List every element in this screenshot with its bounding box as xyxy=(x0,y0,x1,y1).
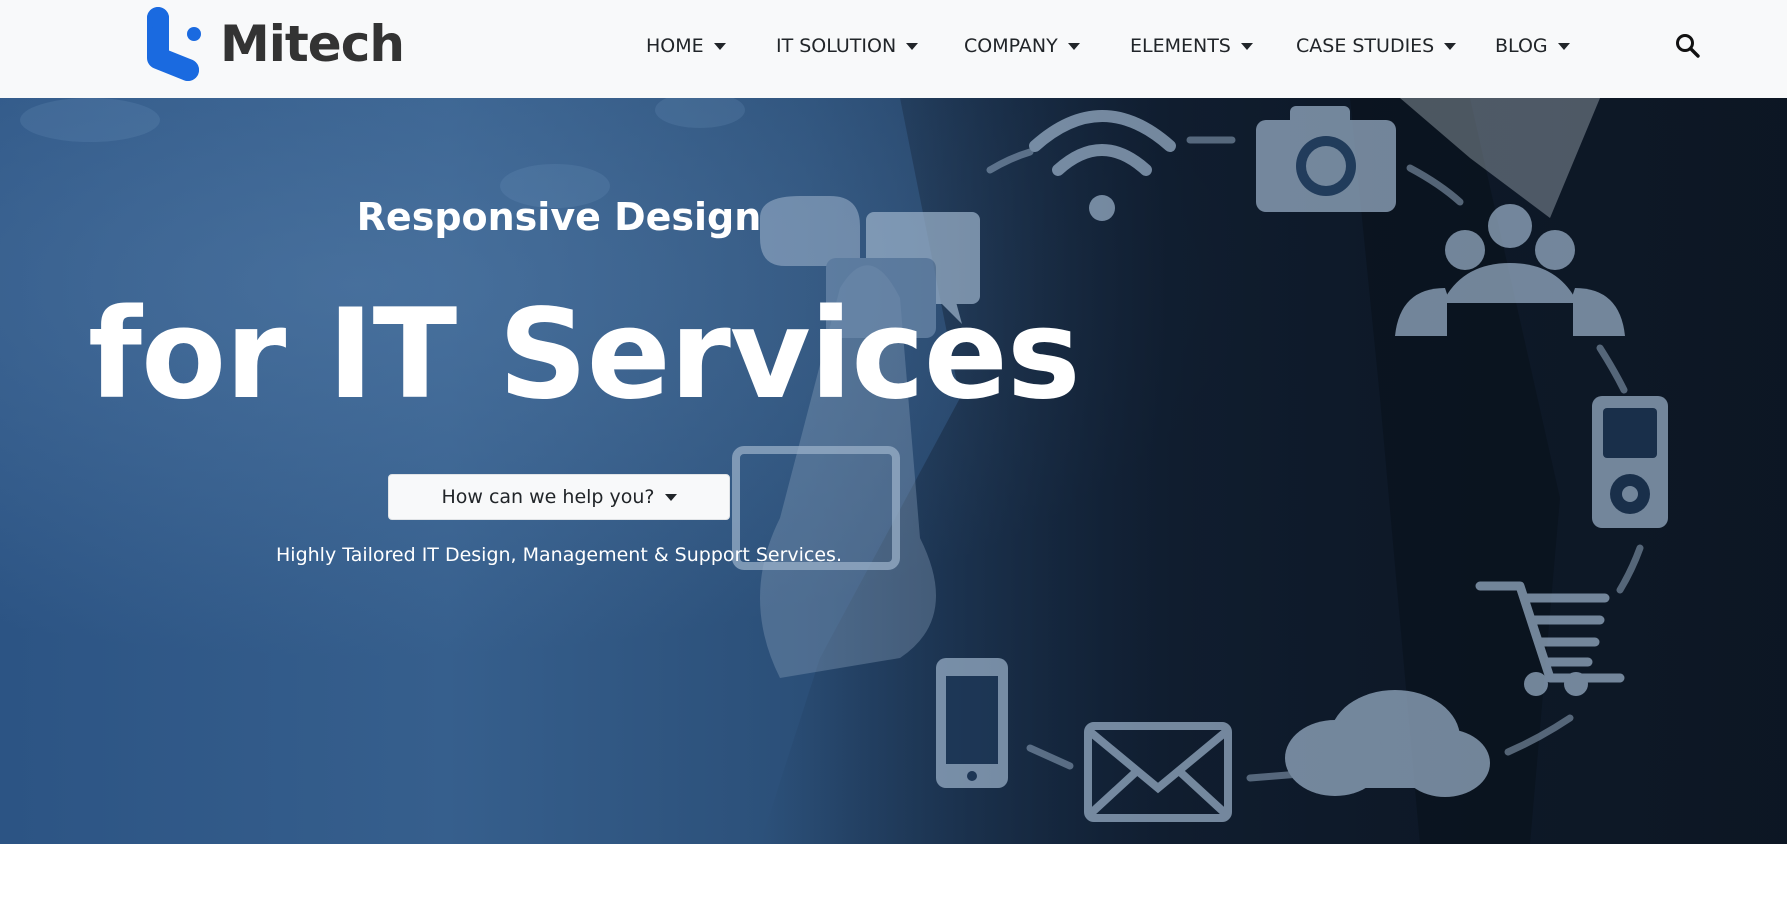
caret-down-icon xyxy=(1067,42,1080,50)
nav-item-label: HOME xyxy=(646,35,704,57)
nav-item-label: COMPANY xyxy=(964,35,1058,57)
nav-item-label: ELEMENTS xyxy=(1130,35,1231,57)
site-header: Mitech HOME IT SOLUTION COMPANY ELEMENTS… xyxy=(0,0,1787,98)
hero-subtitle: Responsive Design xyxy=(356,195,762,239)
phone-icon xyxy=(936,658,1008,788)
brand-name: Mitech xyxy=(220,15,405,73)
caret-down-icon xyxy=(664,493,677,501)
hero-title: for IT Services xyxy=(88,283,1081,427)
camera-icon xyxy=(1256,106,1396,212)
brand-logo[interactable]: Mitech xyxy=(136,6,405,82)
nav-item-label: IT SOLUTION xyxy=(776,35,897,57)
hero-section: Responsive Design for IT Services How ca… xyxy=(0,98,1787,844)
caret-down-icon xyxy=(1557,42,1570,50)
caret-down-icon xyxy=(906,42,919,50)
search-icon[interactable] xyxy=(1674,32,1702,60)
caret-down-icon xyxy=(1444,42,1457,50)
nav-item-elements[interactable]: ELEMENTS xyxy=(1130,28,1253,64)
nav-item-home[interactable]: HOME xyxy=(646,28,726,64)
nav-item-label: BLOG xyxy=(1495,35,1548,57)
caret-down-icon xyxy=(713,42,726,50)
help-dropdown-label: How can we help you? xyxy=(441,486,655,508)
help-dropdown-button[interactable]: How can we help you? xyxy=(388,474,730,520)
hero-tagline: Highly Tailored IT Design, Management & … xyxy=(276,544,842,566)
nav-item-it-solution[interactable]: IT SOLUTION xyxy=(776,28,919,64)
media-player-icon xyxy=(1592,396,1668,528)
caret-down-icon xyxy=(1240,42,1253,50)
logo-mark-icon xyxy=(147,7,201,81)
nav-item-label: CASE STUDIES xyxy=(1296,35,1435,57)
nav-item-blog[interactable]: BLOG xyxy=(1495,28,1570,64)
nav-item-case-studies[interactable]: CASE STUDIES xyxy=(1296,28,1457,64)
nav-item-company[interactable]: COMPANY xyxy=(964,28,1080,64)
